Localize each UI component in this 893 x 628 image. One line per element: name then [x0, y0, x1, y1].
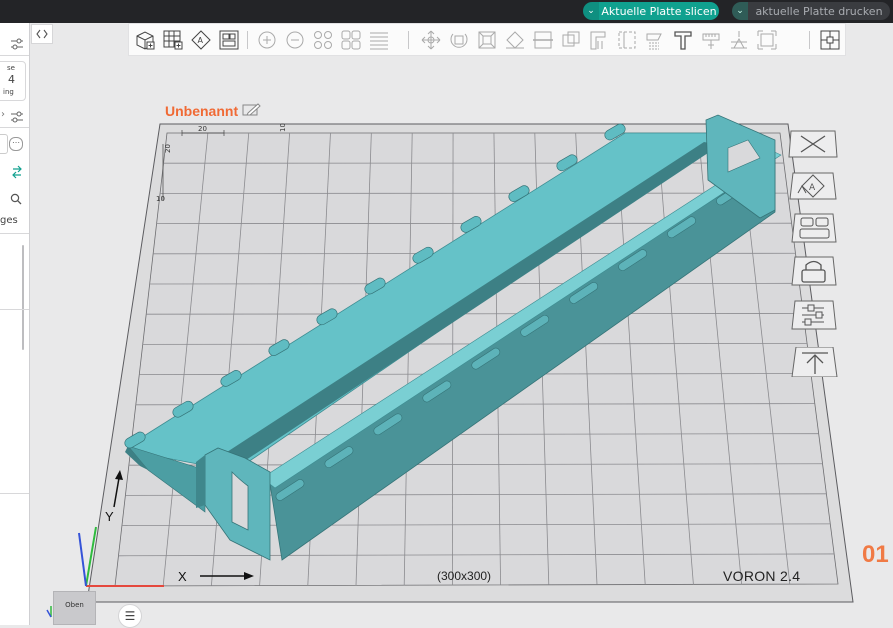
plate-settings-icon[interactable] [788, 300, 838, 330]
svg-text:A: A [809, 183, 816, 193]
printer-name-label: VORON 2.4 [723, 568, 800, 584]
edit-pencil-icon[interactable] [242, 103, 262, 117]
lock-plate-icon[interactable] [788, 256, 838, 286]
view-cube[interactable]: Oben [53, 591, 96, 625]
view-cube-label: Oben [65, 601, 84, 624]
arrange-plate-icon[interactable] [788, 213, 838, 243]
ruler-label: 10 [279, 123, 287, 132]
move-plate-to-top-icon[interactable] [788, 347, 838, 377]
axis-label-x: X [178, 569, 187, 584]
ruler-label: 10 [156, 195, 165, 203]
project-title-text: Unbenannt [165, 103, 238, 119]
axis-label-y: Y [105, 509, 114, 524]
plate-size-label: (300x300) [437, 569, 491, 583]
delete-plate-icon[interactable] [788, 129, 838, 159]
plate-number: 01 [862, 541, 889, 569]
ruler-label: 20 [198, 125, 207, 133]
menu-button[interactable]: ☰ [118, 604, 142, 628]
project-title[interactable]: Unbenannt [165, 103, 262, 119]
ruler-label: 20 [164, 144, 172, 153]
build-plate-viewport[interactable]: 20 10 20 10 X Y [0, 0, 893, 625]
axis-gizmo-small [46, 604, 56, 618]
orient-plate-icon[interactable]: A [788, 171, 838, 201]
model-end-cap-near-edge [196, 455, 205, 508]
